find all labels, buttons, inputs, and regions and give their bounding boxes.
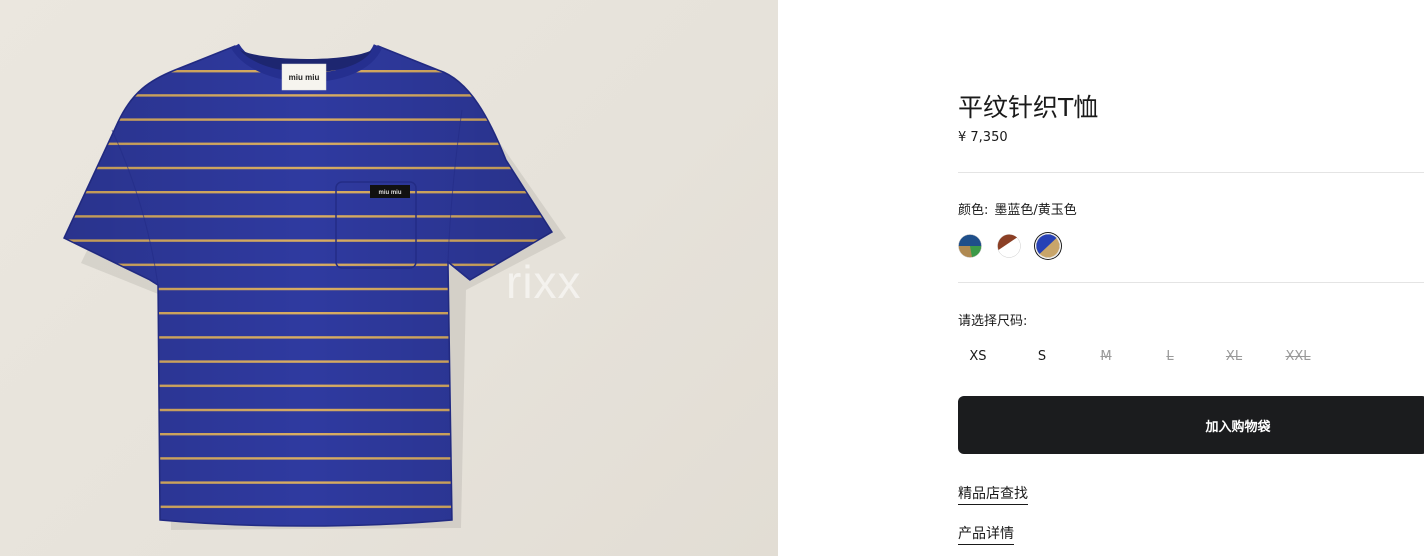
swatch-brown-white[interactable]	[997, 234, 1021, 258]
product-title: 平纹针织T恤	[958, 93, 1099, 122]
store-locator-link[interactable]: 精品店查找	[958, 485, 1028, 505]
divider	[958, 172, 1424, 173]
product-image[interactable]: miu miu miu miu rixx	[0, 0, 778, 556]
size-xs[interactable]: XS	[958, 346, 998, 368]
product-details-panel: 平纹针织T恤 ¥ 7,350 颜色: 墨蓝色/黄玉色 请选择尺码: XS S M…	[958, 0, 1424, 556]
size-xl[interactable]: XL	[1214, 346, 1254, 368]
divider	[958, 282, 1424, 283]
tshirt-illustration: miu miu miu miu	[63, 43, 566, 530]
size-s[interactable]: S	[1022, 346, 1062, 368]
pocket-badge-text: miu miu	[378, 190, 401, 196]
product-price: ¥ 7,350	[958, 130, 1008, 145]
neck-label-text: miu miu	[289, 73, 320, 82]
size-selector-label: 请选择尺码:	[958, 314, 1028, 329]
swatch-navy-topaz[interactable]	[1036, 234, 1060, 258]
size-l[interactable]: L	[1150, 346, 1190, 368]
size-options: XS S M L XL XXL	[958, 346, 1358, 370]
color-selector-label: 颜色: 墨蓝色/黄玉色	[958, 199, 1077, 218]
swatch-blue-green-brown[interactable]	[958, 234, 982, 258]
size-m[interactable]: M	[1086, 346, 1126, 368]
size-xxl[interactable]: XXL	[1278, 346, 1318, 368]
watermark: rixx	[506, 256, 582, 308]
product-details-link[interactable]: 产品详情	[958, 525, 1014, 545]
color-swatches	[958, 234, 1158, 260]
color-label: 颜色:	[958, 203, 989, 218]
color-value: 墨蓝色/黄玉色	[994, 203, 1077, 218]
add-to-bag-button[interactable]: 加入购物袋	[958, 396, 1424, 454]
